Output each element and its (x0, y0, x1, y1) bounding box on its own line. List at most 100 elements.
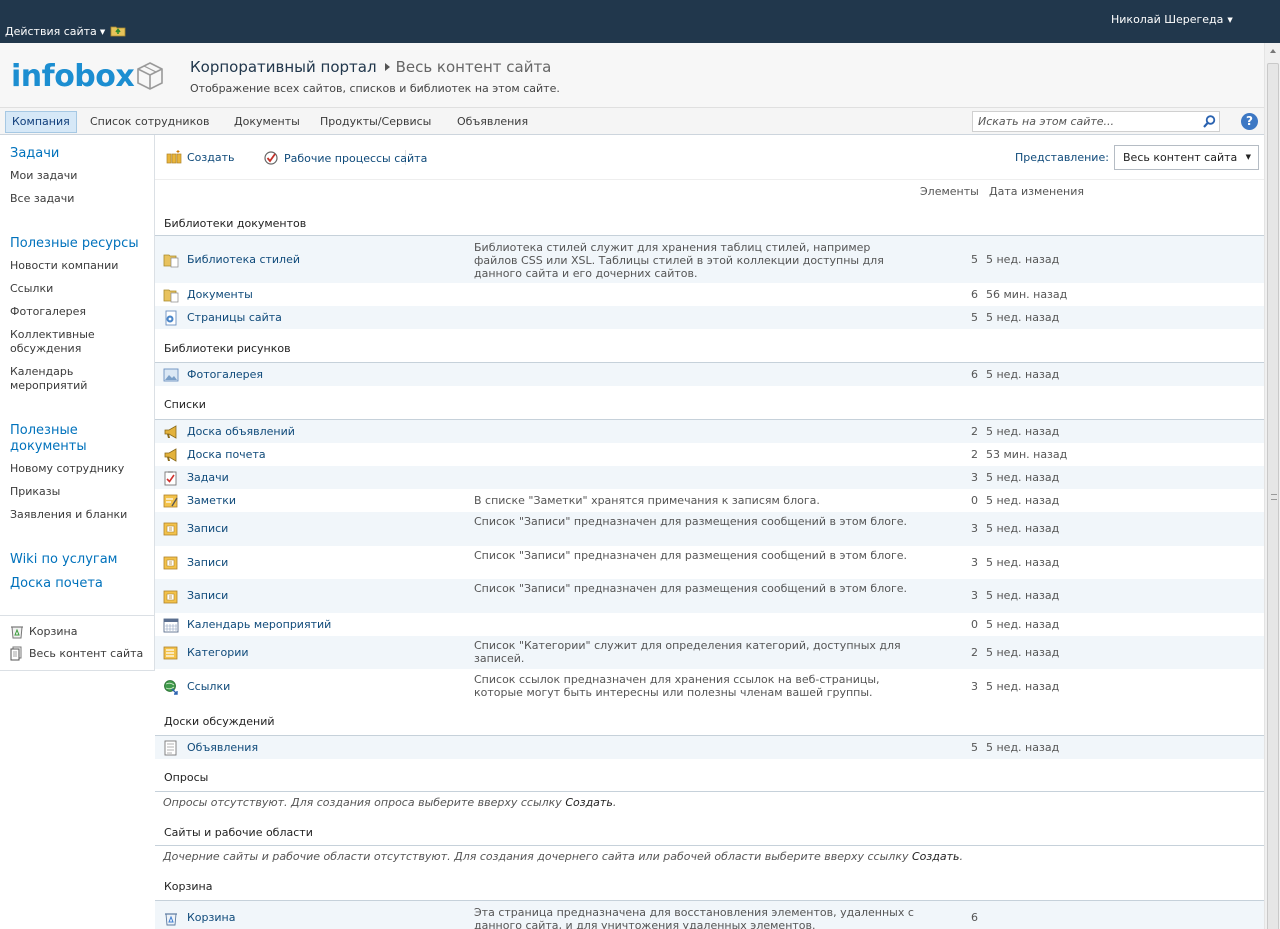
list-item[interactable]: Записи Список "Записи" предназначен для … (155, 579, 1264, 613)
leftnav-item-gallery[interactable]: Фотогалерея (10, 305, 86, 319)
list-item[interactable]: Заметки В списке "Заметки" хранятся прим… (155, 489, 1264, 512)
section-title-doc-libraries: Библиотеки документов (164, 217, 307, 230)
leftnav-item-forms[interactable]: Заявления и бланки (10, 508, 127, 522)
site-workflows-button[interactable]: Рабочие процессы сайта (263, 150, 427, 166)
list-item[interactable]: Ссылки Список ссылок предназначен для хр… (155, 669, 1264, 703)
breadcrumb-current: Весь контент сайта (395, 58, 552, 76)
leftnav-item-news[interactable]: Новости компании (10, 259, 118, 273)
list-item-count: 0 (971, 618, 978, 631)
leftnav-resources-heading[interactable]: Полезные ресурсы (10, 236, 139, 252)
list-item[interactable]: Библиотека стилей Библиотека стилей служ… (155, 236, 1264, 283)
list-item-name[interactable]: Записи (187, 522, 228, 535)
view-label: Представление: (1015, 151, 1109, 164)
list-item[interactable]: Доска почета 2 53 мин. назад (155, 443, 1264, 466)
leftnav-recycle-bin[interactable]: Корзина (10, 624, 77, 639)
leftnav-tasks-heading[interactable]: Задачи (10, 146, 59, 162)
list-item-name[interactable]: Категории (187, 646, 249, 659)
site-pages-icon (165, 310, 177, 326)
site-logo[interactable]: infobox (11, 56, 164, 96)
section-title-discussions: Доски обсуждений (164, 715, 275, 728)
list-item-name[interactable]: Страницы сайта (187, 311, 282, 324)
site-actions-menu[interactable]: Действия сайта ▼ (5, 25, 105, 38)
list-item-name[interactable]: Объявления (187, 741, 258, 754)
discussion-board-icon (164, 740, 177, 756)
vertical-scrollbar[interactable] (1264, 43, 1280, 929)
list-item[interactable]: Записи Список "Записи" предназначен для … (155, 546, 1264, 579)
scroll-up-arrow-icon[interactable] (1265, 43, 1280, 59)
list-item[interactable]: Доска объявлений 2 5 нед. назад (155, 420, 1264, 443)
list-item-count: 3 (971, 471, 978, 484)
search-icon[interactable] (1201, 114, 1217, 130)
tab-announcements[interactable]: Объявления (451, 111, 534, 133)
list-item-name[interactable]: Ссылки (187, 680, 230, 693)
user-menu[interactable]: Николай Шерегеда ▼ (1111, 13, 1233, 26)
leftnav-honor-link[interactable]: Доска почета (10, 576, 103, 592)
list-item-name[interactable]: Фотогалерея (187, 368, 263, 381)
tab-documents[interactable]: Документы (228, 111, 306, 133)
leftnav-item-discussions[interactable]: Коллективные обсуждения (10, 328, 120, 356)
posts-icon (163, 522, 178, 536)
leftnav-all-content-label: Весь контент сайта (29, 647, 144, 660)
list-item-count: 5 (971, 741, 978, 754)
list-item-name[interactable]: Календарь мероприятий (187, 618, 331, 631)
list-item-name[interactable]: Записи (187, 556, 228, 569)
logo-text: infobox (11, 58, 135, 94)
leftnav-wiki-link[interactable]: Wiki по услугам (10, 552, 118, 568)
view-select[interactable]: Весь контент сайта ▼ (1114, 145, 1259, 170)
leftnav-all-content[interactable]: Весь контент сайта (10, 646, 143, 661)
create-icon (166, 150, 182, 164)
leftnav-item-orders[interactable]: Приказы (10, 485, 60, 499)
list-item-name[interactable]: Заметки (187, 494, 236, 507)
scroll-thumb[interactable] (1267, 63, 1279, 929)
list-item-date: 5 нед. назад (986, 646, 1060, 659)
list-item[interactable]: Документы 6 56 мин. назад (155, 283, 1264, 306)
leftnav-item-links[interactable]: Ссылки (10, 282, 53, 296)
breadcrumb: Корпоративный портал Весь контент сайта (190, 58, 551, 76)
list-item[interactable]: Страницы сайта 5 5 нед. назад (155, 306, 1264, 329)
list-item[interactable]: Календарь мероприятий 0 5 нед. назад (155, 613, 1264, 636)
megaphone-icon (164, 448, 177, 462)
list-item-name[interactable]: Доска почета (187, 448, 266, 461)
create-button[interactable]: Создать (166, 150, 235, 164)
list-item-name[interactable]: Задачи (187, 471, 229, 484)
list-item-name[interactable]: Корзина (187, 911, 235, 924)
list-item[interactable]: Корзина Эта страница предназначена для в… (155, 901, 1264, 929)
breadcrumb-root-link[interactable]: Корпоративный портал (190, 58, 377, 76)
search-input[interactable] (973, 112, 1199, 131)
surveys-empty-text: Опросы отсутствуют. Для создания опроса … (163, 796, 566, 809)
list-item-description: Эта страница предназначена для восстанов… (474, 906, 914, 929)
list-item-name[interactable]: Документы (187, 288, 253, 301)
list-item-count: 6 (971, 288, 978, 301)
list-item-description: Список "Категории" служит для определени… (474, 639, 901, 665)
top-navigation: Компания Список сотрудников Документы Пр… (0, 108, 1264, 135)
list-item-name[interactable]: Библиотека стилей (187, 253, 300, 266)
list-item-name[interactable]: Доска объявлений (187, 425, 295, 438)
list-item[interactable]: Объявления 5 5 нед. назад (155, 736, 1264, 759)
section-title-recycle: Корзина (164, 880, 213, 893)
tab-company[interactable]: Компания (5, 111, 77, 133)
list-item-date: 53 мин. назад (986, 448, 1068, 461)
tab-products[interactable]: Продукты/Сервисы (314, 111, 437, 133)
folder-up-icon[interactable] (110, 24, 126, 37)
list-item-date: 5 нед. назад (986, 253, 1060, 266)
tab-employees[interactable]: Список сотрудников (84, 111, 215, 133)
column-header-modified[interactable]: Дата изменения (989, 185, 1084, 198)
picture-library-icon (163, 368, 179, 382)
leftnav-item-all-tasks[interactable]: Все задачи (10, 192, 74, 206)
list-item[interactable]: Задачи 3 5 нед. назад (155, 466, 1264, 489)
list-item-name[interactable]: Записи (187, 589, 228, 602)
list-item[interactable]: Категории Список "Категории" служит для … (155, 636, 1264, 669)
section-title-surveys: Опросы (164, 771, 209, 784)
list-item-count: 6 (971, 911, 978, 924)
list-item[interactable]: Фотогалерея 6 5 нед. назад (155, 363, 1264, 386)
list-item[interactable]: Записи Список "Записи" предназначен для … (155, 512, 1264, 546)
column-header-items[interactable]: Элементы (920, 185, 979, 198)
list-item-date: 5 нед. назад (986, 556, 1060, 569)
leftnav-item-new-employee[interactable]: Новому сотруднику (10, 462, 124, 476)
leftnav-docs-heading[interactable]: Полезные документы (10, 423, 110, 455)
help-icon[interactable]: ? (1241, 113, 1258, 130)
surveys-create-link[interactable]: Создать (565, 796, 613, 809)
sites-create-link[interactable]: Создать (912, 850, 960, 863)
leftnav-item-calendar[interactable]: Календарь мероприятий (10, 365, 120, 393)
leftnav-item-my-tasks[interactable]: Мои задачи (10, 169, 77, 183)
